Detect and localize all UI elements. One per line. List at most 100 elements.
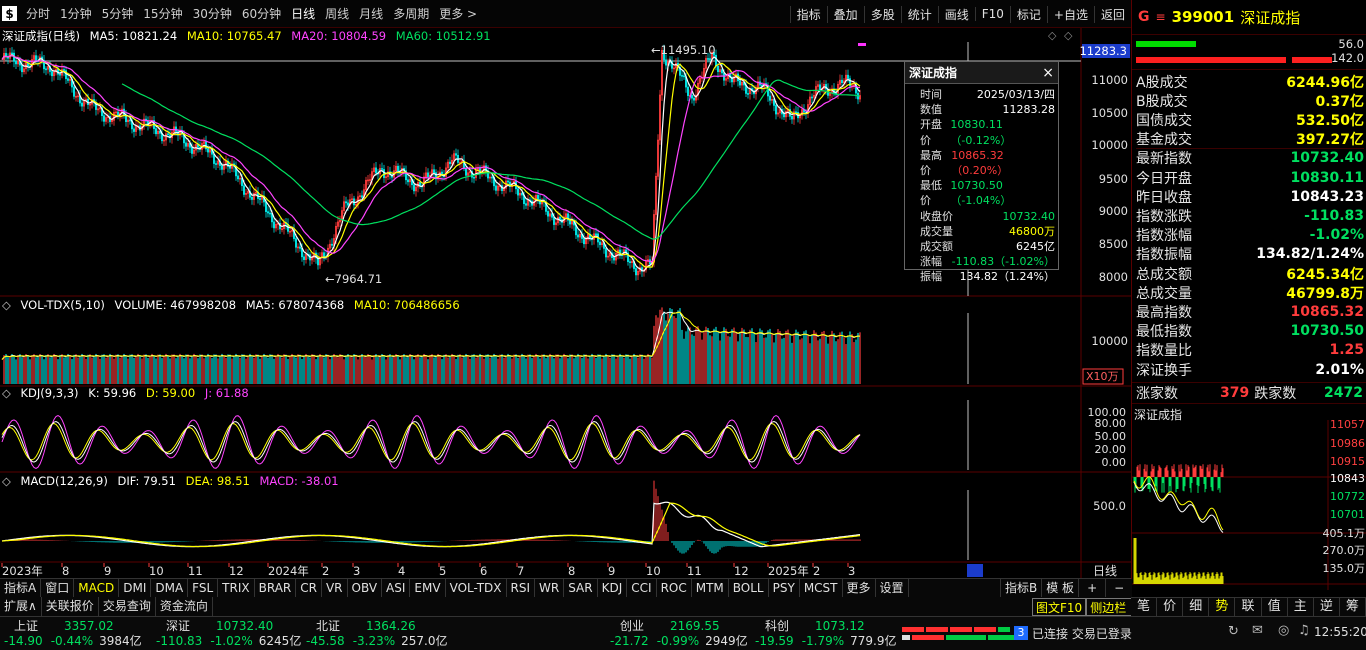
indicator-tab[interactable]: EMV xyxy=(410,579,446,597)
indicator-tab[interactable]: ROC xyxy=(657,579,692,597)
index-name: 深证 xyxy=(166,619,191,633)
indicator-tab[interactable]: PSY xyxy=(769,579,800,597)
volume-bar xyxy=(343,359,345,384)
indicator-tab[interactable]: WR xyxy=(535,579,565,597)
more-periods-button[interactable]: 更多 > xyxy=(434,5,482,22)
close-icon[interactable]: × xyxy=(1042,65,1054,81)
indicator-tab[interactable]: VR xyxy=(322,579,348,597)
related-quotes-tab[interactable]: 关联报价 xyxy=(42,597,99,616)
chat-icon[interactable]: ✉ xyxy=(1252,623,1263,638)
indicator-tab[interactable]: MTM xyxy=(692,579,729,597)
period-tab[interactable]: 5分钟 xyxy=(97,5,139,22)
indicator-tab[interactable]: KDJ xyxy=(598,579,628,597)
volume-bar xyxy=(773,342,775,384)
index-pct: -1.79% xyxy=(801,634,845,648)
legend-expand-icon[interactable]: ◇ xyxy=(2,298,11,312)
zoom-out-button[interactable]: − xyxy=(1105,579,1132,597)
statistics-button[interactable]: 统计 xyxy=(900,5,938,23)
right-tab[interactable]: 势 xyxy=(1209,598,1236,616)
period-tab[interactable]: 月线 xyxy=(354,5,388,22)
volume-bar xyxy=(303,355,305,384)
period-tab[interactable]: 分时 xyxy=(21,5,55,22)
index-ticker[interactable]: 上证 3357.02 xyxy=(14,618,114,634)
right-tab[interactable]: 笔 xyxy=(1131,598,1158,616)
right-tab[interactable]: 筹 xyxy=(1340,598,1366,616)
volume-bar xyxy=(245,358,247,384)
volume-bar xyxy=(755,342,757,384)
mark-button[interactable]: 标记 xyxy=(1009,5,1047,23)
fund-flow-tab[interactable]: 资金流向 xyxy=(156,597,213,616)
volume-bar xyxy=(703,331,705,384)
bell-icon[interactable]: ♫ xyxy=(1298,623,1310,638)
period-tab-daily[interactable]: 日线 xyxy=(286,5,320,22)
connection-badge[interactable]: 3 xyxy=(1014,626,1028,640)
period-tab[interactable]: 周线 xyxy=(320,5,354,22)
right-tab[interactable]: 主 xyxy=(1288,598,1314,616)
right-tab[interactable]: 联 xyxy=(1235,598,1262,616)
indicator-tab[interactable]: 更多 xyxy=(843,579,876,597)
right-tab[interactable]: 细 xyxy=(1183,598,1210,616)
trade-query-tab[interactable]: 交易查询 xyxy=(99,597,156,616)
f10-button[interactable]: F10 xyxy=(974,7,1010,21)
index-ticker[interactable]: 科创 1073.12 xyxy=(765,618,865,634)
indicator-tab[interactable]: FSL xyxy=(188,579,219,597)
volume-bar xyxy=(375,354,377,384)
date-axis-tick: 11 xyxy=(188,564,203,578)
index-ticker[interactable]: 北证 1364.26 xyxy=(316,618,416,634)
menu-icon[interactable]: ≡ xyxy=(1156,10,1166,24)
indicator-tab[interactable]: MACD xyxy=(74,579,120,597)
indicator-tab[interactable]: DMI xyxy=(119,579,152,597)
indicator-tab[interactable]: 窗口 xyxy=(41,579,75,597)
indicator-tab[interactable]: 设置 xyxy=(876,579,909,597)
app-logo-icon[interactable]: $ xyxy=(2,6,17,21)
indicator-tab[interactable]: DMA xyxy=(151,579,189,597)
indicator-tab[interactable]: TRIX xyxy=(218,579,255,597)
stat-label: 今日开盘 xyxy=(1136,170,1192,187)
right-tab[interactable]: 价 xyxy=(1157,598,1184,616)
right-tab[interactable]: 值 xyxy=(1262,598,1288,616)
indicator-tab[interactable]: 指标A xyxy=(0,579,42,597)
period-tab[interactable]: 60分钟 xyxy=(237,5,286,22)
indicator-tab[interactable]: RSI xyxy=(507,579,536,597)
indicator-tab[interactable]: ASI xyxy=(382,579,411,597)
headset-icon[interactable]: ◎ xyxy=(1278,623,1289,638)
indicator-tab[interactable]: VOL-TDX xyxy=(446,579,507,597)
multi-stock-button[interactable]: 多股 xyxy=(863,5,901,23)
index-ticker[interactable]: 深证 10732.40 xyxy=(166,618,273,634)
period-tab[interactable]: 30分钟 xyxy=(188,5,237,22)
indicator-tab[interactable]: BRAR xyxy=(255,579,297,597)
legend-expand-icon[interactable]: ◇ xyxy=(2,386,11,400)
indicator-tab[interactable]: OBV xyxy=(348,579,383,597)
right-tab[interactable]: 逆 xyxy=(1314,598,1340,616)
period-tab[interactable]: 1分钟 xyxy=(55,5,97,22)
expand-tab[interactable]: 扩展∧ xyxy=(0,597,42,616)
indicator-tab[interactable]: BOLL xyxy=(729,579,769,597)
indicator-tab[interactable]: MCST xyxy=(800,579,843,597)
stock-group-icon[interactable]: G xyxy=(1138,9,1150,25)
index-ticker[interactable]: 创业 2169.55 xyxy=(620,618,720,634)
legend-expand-icon[interactable]: ◇ xyxy=(2,474,11,488)
zoom-in-button[interactable]: + xyxy=(1078,579,1105,597)
template-tab[interactable]: 模 板 xyxy=(1041,579,1078,597)
draw-line-button[interactable]: 画线 xyxy=(937,5,975,23)
chart-collapse-icon[interactable]: ◇ xyxy=(1064,29,1073,42)
mini-axis-tick: 10986 xyxy=(1330,437,1365,450)
volume-bar xyxy=(741,327,743,384)
volume-bar xyxy=(195,356,197,384)
add-favorite-button[interactable]: +自选 xyxy=(1046,5,1094,23)
period-tab[interactable]: 15分钟 xyxy=(138,5,187,22)
intraday-mini-chart[interactable]: 11057 10986 10915 10843 10772 10701 405.… xyxy=(1132,420,1366,590)
period-tab[interactable]: 多周期 xyxy=(388,5,434,22)
indicator-tab[interactable]: SAR xyxy=(564,579,598,597)
indicator-b-tab[interactable]: 指标B xyxy=(1000,579,1041,597)
indicator-tab[interactable]: CR xyxy=(296,579,322,597)
candle-body xyxy=(594,233,597,236)
date-axis-tick: 9 xyxy=(104,564,111,578)
indicator-tab[interactable]: CCI xyxy=(627,579,657,597)
refresh-icon[interactable]: ↻ xyxy=(1228,624,1239,639)
chart-settings-icon[interactable]: ◇ xyxy=(1048,29,1057,42)
f10-graphic-tab[interactable]: 图文F10 xyxy=(1032,598,1087,616)
back-button[interactable]: 返回 xyxy=(1093,5,1131,23)
overlay-button[interactable]: 叠加 xyxy=(826,5,864,23)
indicator-button[interactable]: 指标 xyxy=(789,5,827,23)
